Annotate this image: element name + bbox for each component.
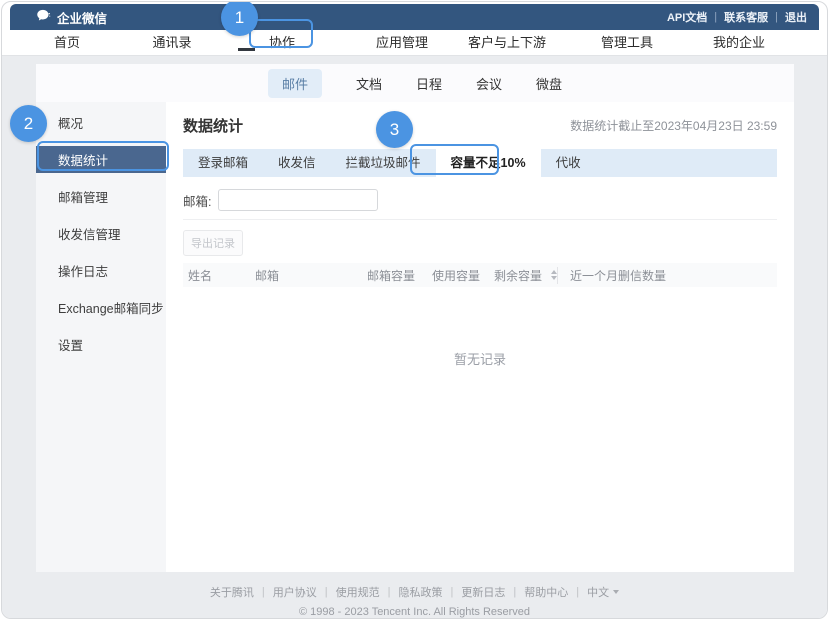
- section-divider: [183, 219, 777, 220]
- footer-link-rules[interactable]: 使用规范: [336, 584, 380, 600]
- module-tab-schedule[interactable]: 日程: [416, 74, 442, 93]
- mailbox-filter-input[interactable]: [218, 189, 378, 211]
- export-records-button[interactable]: 导出记录: [183, 230, 243, 256]
- topbar-links: API文档 | 联系客服 | 退出: [667, 9, 807, 25]
- api-docs-link[interactable]: API文档: [667, 9, 707, 25]
- sidebar-item-operation-log[interactable]: 操作日志: [36, 252, 166, 289]
- page-background: 邮件 文档 日程 会议 微盘 概况 数据统计 邮箱管理 收发信管理 操作日志 E…: [2, 56, 827, 618]
- tab-proxy-collect[interactable]: 代收: [541, 149, 596, 177]
- nav-item-contacts[interactable]: 通讯录: [152, 30, 191, 55]
- nav-item-home[interactable]: 首页: [54, 30, 80, 55]
- sidebar-item-exchange-sync[interactable]: Exchange邮箱同步: [36, 289, 166, 326]
- column-remaining-label: 剩余容量: [494, 267, 542, 284]
- topbar: 企业微信 API文档 | 联系客服 | 退出: [10, 4, 819, 30]
- separator: |: [513, 586, 516, 598]
- logout-link[interactable]: 退出: [785, 9, 807, 25]
- copyright-text: © 1998 - 2023 Tencent Inc. All Rights Re…: [2, 606, 827, 618]
- language-label: 中文: [587, 584, 609, 600]
- footer-link-terms[interactable]: 用户协议: [273, 584, 317, 600]
- footer-link-privacy[interactable]: 隐私政策: [399, 584, 443, 600]
- stats-tab-bar: 登录邮箱 收发信 拦截垃圾邮件 容量不足10% 代收: [183, 149, 777, 177]
- nav-item-my-company[interactable]: 我的企业: [713, 30, 765, 55]
- module-tab-meeting[interactable]: 会议: [476, 74, 502, 93]
- column-remaining: 剩余容量: [489, 267, 557, 284]
- separator: |: [576, 586, 579, 598]
- separator: |: [775, 11, 778, 23]
- active-nav-indicator: [238, 48, 255, 51]
- footer-links: 关于腾讯 | 用户协议 | 使用规范 | 隐私政策 | 更新日志 | 帮助中心 | 中文: [2, 584, 827, 600]
- tab-low-capacity[interactable]: 容量不足10%: [436, 149, 541, 177]
- column-used: 使用容量: [427, 267, 489, 284]
- separator: |: [388, 586, 391, 598]
- separator: |: [714, 11, 717, 23]
- separator: |: [451, 586, 454, 598]
- sidebar-item-statistics[interactable]: 数据统计: [36, 146, 166, 173]
- main-panel: 数据统计 数据统计截止至2023年04月23日 23:59 登录邮箱 收发信 拦…: [166, 102, 794, 572]
- card-body: 概况 数据统计 邮箱管理 收发信管理 操作日志 Exchange邮箱同步 设置 …: [36, 102, 794, 572]
- sidebar-item-mailbox-mgmt[interactable]: 邮箱管理: [36, 178, 166, 215]
- step-3-badge: 3: [376, 111, 413, 148]
- sidebar-item-settings[interactable]: 设置: [36, 326, 166, 363]
- tab-send-receive[interactable]: 收发信: [263, 149, 331, 177]
- brand-name: 企业微信: [57, 8, 107, 27]
- page-footer: 关于腾讯 | 用户协议 | 使用规范 | 隐私政策 | 更新日志 | 帮助中心 | 中文 ©…: [2, 584, 827, 618]
- main-nav: 首页 通讯录 协作 应用管理 客户与上下游 管理工具 我的企业: [2, 30, 827, 56]
- nav-item-admin-tools[interactable]: 管理工具: [601, 30, 653, 55]
- sidebar: 概况 数据统计 邮箱管理 收发信管理 操作日志 Exchange邮箱同步 设置: [36, 102, 166, 572]
- app-window: 企业微信 API文档 | 联系客服 | 退出 首页 通讯录 协作 应用管理 客户…: [1, 1, 828, 619]
- separator: |: [262, 586, 265, 598]
- footer-link-help[interactable]: 帮助中心: [524, 584, 568, 600]
- stats-deadline: 数据统计截止至2023年04月23日 23:59: [570, 117, 777, 134]
- table-header-row: 姓名 邮箱 邮箱容量 使用容量 剩余容量 近一个月删信数量: [183, 263, 777, 287]
- column-name: 姓名: [183, 267, 250, 284]
- sidebar-item-overview[interactable]: 概况: [36, 104, 166, 141]
- nav-item-collaborate[interactable]: 协作: [269, 30, 295, 55]
- content-card: 邮件 文档 日程 会议 微盘 概况 数据统计 邮箱管理 收发信管理 操作日志 E…: [36, 64, 794, 572]
- mailbox-filter-label: 邮箱:: [183, 191, 211, 210]
- brand-logo: 企业微信: [36, 8, 107, 27]
- nav-item-apps[interactable]: 应用管理: [376, 30, 428, 55]
- language-selector[interactable]: 中文: [587, 584, 619, 600]
- tab-spam-blocked[interactable]: 拦截垃圾邮件: [331, 149, 436, 177]
- page-title: 数据统计: [183, 115, 243, 136]
- column-capacity: 邮箱容量: [362, 267, 427, 284]
- caret-down-icon: [613, 590, 619, 594]
- footer-link-changelog[interactable]: 更新日志: [461, 584, 505, 600]
- contact-support-link[interactable]: 联系客服: [724, 9, 768, 25]
- module-tab-docs[interactable]: 文档: [356, 74, 382, 93]
- empty-state-text: 暂无记录: [183, 349, 777, 368]
- footer-link-about[interactable]: 关于腾讯: [210, 584, 254, 600]
- sidebar-item-sendrecv-mgmt[interactable]: 收发信管理: [36, 215, 166, 252]
- wechat-work-bubble-icon: [36, 8, 51, 26]
- column-deleted-month: 近一个月删信数量: [557, 267, 777, 284]
- step-2-badge: 2: [10, 105, 47, 142]
- separator: |: [325, 586, 328, 598]
- column-mailbox: 邮箱: [250, 267, 362, 284]
- module-tab-drive[interactable]: 微盘: [536, 74, 562, 93]
- nav-item-customers[interactable]: 客户与上下游: [468, 30, 546, 55]
- module-tab-bar: 邮件 文档 日程 会议 微盘: [36, 64, 794, 102]
- tab-login-mailbox[interactable]: 登录邮箱: [183, 149, 263, 177]
- module-tab-mail[interactable]: 邮件: [268, 69, 322, 98]
